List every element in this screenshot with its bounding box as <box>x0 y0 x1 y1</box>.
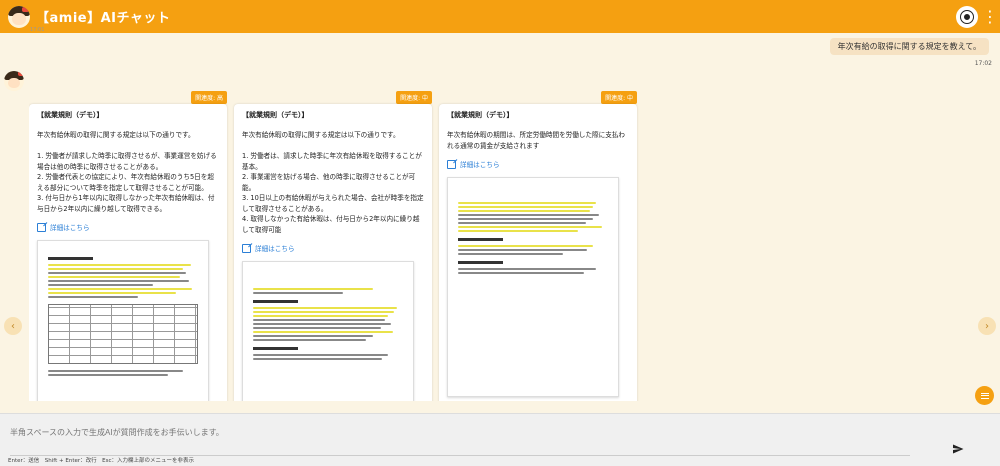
app-title: 【amie】AIチャット <box>36 11 171 26</box>
card-text: 年次有給休暇の取得に関する規定は以下の通りです。 1. 労働者が請求した時季に取… <box>37 131 217 213</box>
carousel-next-button[interactable]: › <box>978 317 996 335</box>
card-body: 【就業規則（デモ）】 年次有給休暇の取得に関する規定は以下の通りです。 1. 労… <box>234 104 432 401</box>
app-header: 【amie】AIチャット ⋮ <box>0 0 1000 33</box>
card-title: 【就業規則（デモ）】 <box>447 111 514 119</box>
user-message: 年次有給の取得に関する規定を教えて。 <box>829 38 989 55</box>
card-text: 年次有給休暇の取得に関する規定は以下の通りです。 1. 労働者は、請求した時季に… <box>242 131 424 234</box>
keyboard-hint: Enter：送信 Shift + Enter：改行 Esc：入力欄上部のメニュー… <box>8 458 194 464</box>
mascot-icon <box>8 5 30 28</box>
kebab-menu-icon[interactable]: ⋮ <box>982 8 998 25</box>
detail-link-label: 詳細はこちら <box>50 224 90 232</box>
user-avatar-icon[interactable] <box>956 5 978 28</box>
document-thumbnail[interactable] <box>37 240 209 401</box>
list-menu-button[interactable] <box>975 386 994 405</box>
external-link-icon <box>242 243 251 253</box>
reference-card: 関連度: 中 【就業規則（デモ）】 年次有給休暇の取得に関する規定は以下の通りで… <box>234 91 432 401</box>
message-timestamp: 17:01 <box>30 27 45 33</box>
relevance-badge: 関連度: 中 <box>396 91 432 104</box>
detail-link[interactable]: 詳細はこちら <box>447 159 629 169</box>
send-icon <box>953 444 964 454</box>
detail-link-label: 詳細はこちら <box>255 245 295 253</box>
card-title: 【就業規則（デモ）】 <box>37 111 104 119</box>
send-button[interactable] <box>952 440 964 454</box>
card-body: 【就業規則（デモ）】 年次有給休暇の取得に関する規定は以下の通りです。 1. 労… <box>29 104 227 401</box>
document-thumbnail[interactable] <box>447 177 619 397</box>
detail-link[interactable]: 詳細はこちら <box>37 222 219 232</box>
relevance-badge: 関連度: 高 <box>191 91 227 104</box>
list-icon <box>980 392 989 399</box>
card-text: 年次有給休暇の期間は、所定労働時間を労働した際に支払われる通常の賃金が支給されま… <box>447 131 626 150</box>
reference-card: 関連度: 高 【就業規則（デモ）】 年次有給休暇の取得に関する規定は以下の通りで… <box>29 91 227 401</box>
user-message-time: 17:02 <box>974 60 992 67</box>
detail-link-label: 詳細はこちら <box>460 161 500 169</box>
chat-input[interactable] <box>10 426 910 456</box>
detail-link[interactable]: 詳細はこちら <box>242 243 424 253</box>
card-title: 【就業規則（デモ）】 <box>242 111 309 119</box>
document-thumbnail[interactable] <box>242 261 414 401</box>
relevance-badge: 関連度: 中 <box>601 91 637 104</box>
reference-cards: 関連度: 高 【就業規則（デモ）】 年次有給休暇の取得に関する規定は以下の通りで… <box>29 91 969 401</box>
external-link-icon <box>447 159 456 169</box>
reference-card: 関連度: 中 【就業規則（デモ）】 年次有給休暇の期間は、所定労働時間を労働した… <box>439 91 637 401</box>
carousel-prev-button[interactable]: ‹ <box>4 317 22 335</box>
bot-avatar-icon <box>4 71 24 91</box>
card-body: 【就業規則（デモ）】 年次有給休暇の期間は、所定労働時間を労働した際に支払われる… <box>439 104 637 401</box>
external-link-icon <box>37 222 46 232</box>
